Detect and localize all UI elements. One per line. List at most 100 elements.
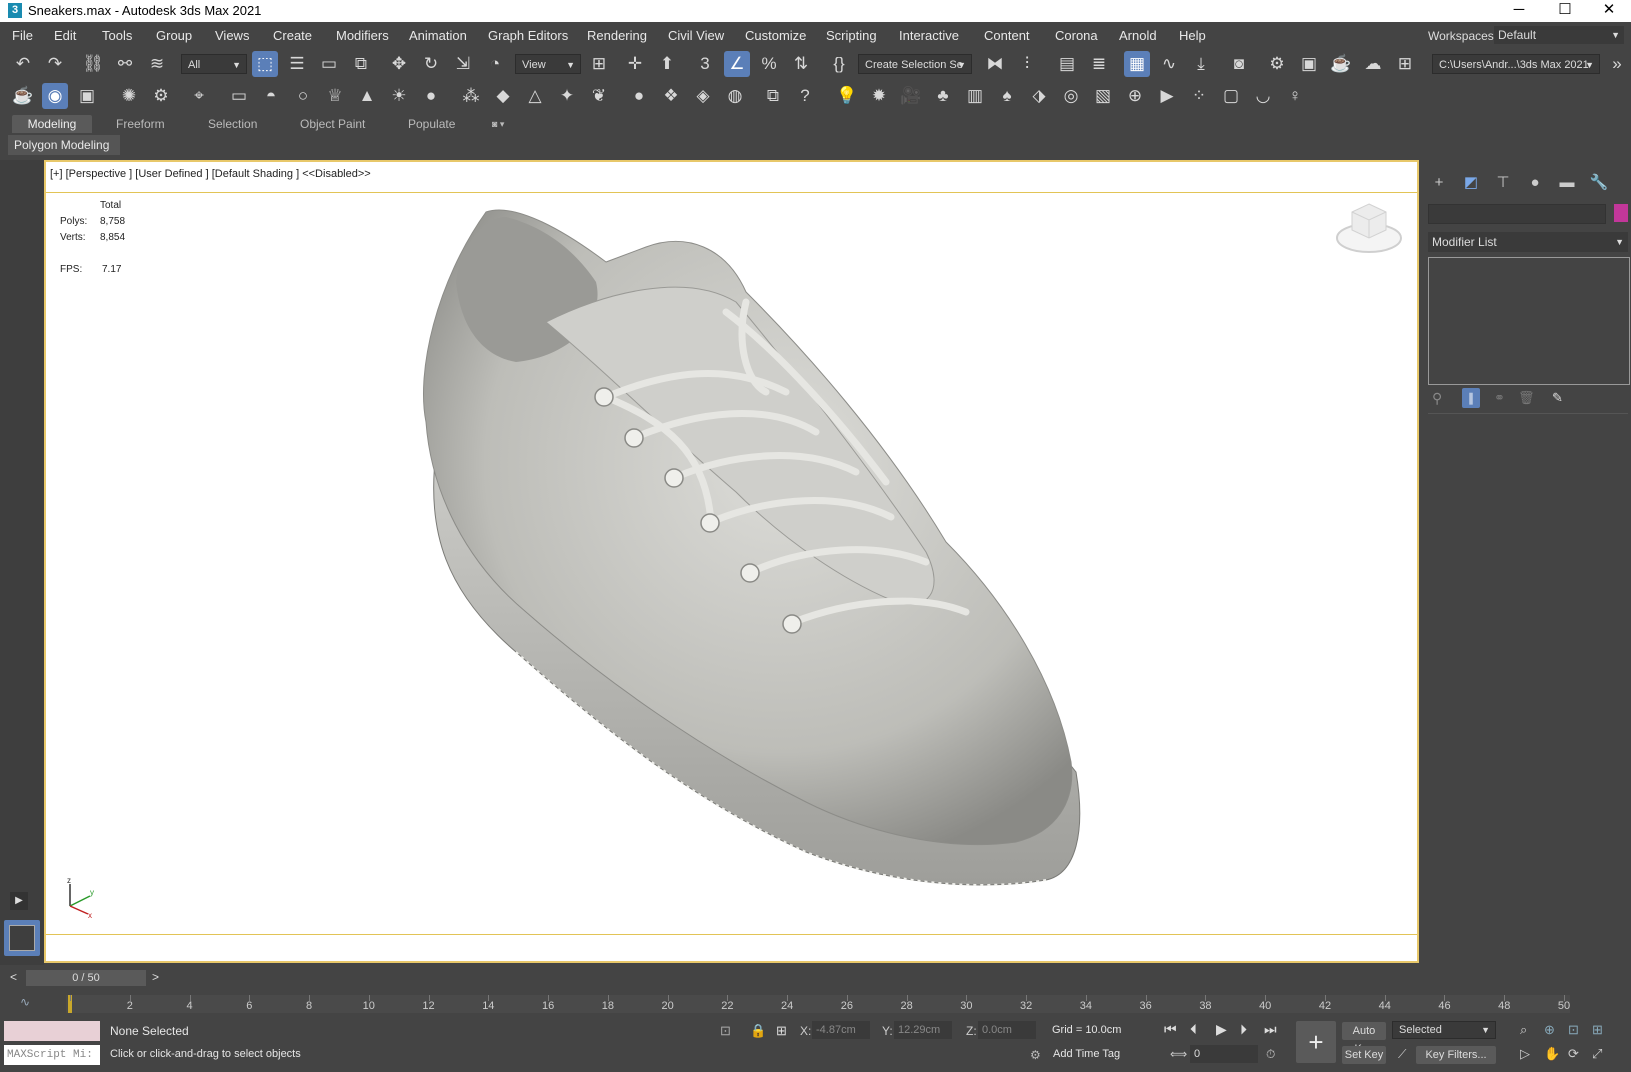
display-tab-icon[interactable]: ▬ <box>1556 172 1578 194</box>
toggle-ribbon-icon[interactable]: ▦ <box>1124 51 1150 77</box>
arnold-book-icon[interactable]: ▥ <box>962 83 988 109</box>
y-coord-field[interactable]: 12.29cm <box>894 1021 952 1039</box>
fur-icon[interactable]: ❦ <box>586 83 612 109</box>
move-icon[interactable]: ✥ <box>386 51 412 77</box>
select-by-name-icon[interactable]: ☰ <box>284 51 310 77</box>
set-key-big-icon[interactable]: + <box>1296 1021 1336 1063</box>
key-mode-toggle-icon[interactable]: ⟺ <box>1170 1047 1187 1061</box>
time-configuration-icon[interactable]: ⏱ <box>1266 1047 1275 1062</box>
volume-grid-icon[interactable]: ✦ <box>554 83 580 109</box>
menu-scripting[interactable]: Scripting <box>826 28 877 43</box>
material-sphere-icon[interactable]: ● <box>626 83 652 109</box>
corona-plane-icon[interactable]: ▭ <box>226 83 252 109</box>
mirror-icon[interactable]: ⧓ <box>982 51 1008 77</box>
corona-hemisphere-icon[interactable]: ◓ <box>258 83 284 109</box>
scene-explorer-icon[interactable]: ▤ <box>1054 51 1080 77</box>
menu-tools[interactable]: Tools <box>102 28 132 43</box>
zoom-all-icon[interactable]: ⊕ <box>1544 1022 1555 1038</box>
menu-content[interactable]: Content <box>984 28 1030 43</box>
toolbar-overflow-icon[interactable]: » <box>1604 51 1630 77</box>
hierarchy-tab-icon[interactable]: ⊤ <box>1492 172 1514 194</box>
arnold-bulb-icon[interactable]: ♀ <box>1282 83 1308 109</box>
select-object-icon[interactable]: ⬚ <box>252 51 278 77</box>
menu-animation[interactable]: Animation <box>409 28 467 43</box>
tab-freeform[interactable]: Freeform <box>108 115 173 133</box>
show-end-result-icon[interactable]: ∥ <box>1462 388 1480 408</box>
corona-camera-icon[interactable]: ⌖ <box>186 83 212 109</box>
sneaker-model[interactable] <box>46 162 1417 961</box>
set-key-button[interactable]: Set Key <box>1342 1046 1386 1064</box>
percent-snap-icon[interactable]: % <box>756 51 782 77</box>
orbit-icon[interactable]: ⟳ <box>1568 1046 1579 1062</box>
zoom-extents-icon[interactable]: ⊡ <box>1568 1022 1579 1038</box>
render-in-cloud-icon[interactable]: ☁ <box>1360 51 1386 77</box>
mini-curve-editor-icon[interactable]: ∿ <box>20 995 30 1009</box>
render-setup-icon[interactable]: ⚙ <box>1264 51 1290 77</box>
decal-icon[interactable]: ◆ <box>490 83 516 109</box>
render-elements-icon[interactable]: ◍ <box>722 83 748 109</box>
object-color-swatch[interactable] <box>1614 204 1628 222</box>
material-editor-icon[interactable]: ◙ <box>1226 51 1252 77</box>
scale-icon[interactable]: ⇲ <box>450 51 476 77</box>
maxscript-listener-output[interactable] <box>4 1021 100 1041</box>
render-frame-icon[interactable]: ▣ <box>74 83 100 109</box>
arnold-ring-icon[interactable]: ◎ <box>1058 83 1084 109</box>
perspective-viewport[interactable]: [+] [Perspective ] [User Defined ] [Defa… <box>44 160 1419 963</box>
isolate-selection-icon[interactable]: ⊡ <box>720 1023 731 1039</box>
arnold-group-icon[interactable]: ⁘ <box>1186 83 1212 109</box>
object-name-field[interactable] <box>1428 204 1606 224</box>
utilities-tab-icon[interactable]: 🔧 <box>1588 172 1610 194</box>
menu-civil-view[interactable]: Civil View <box>668 28 724 43</box>
menu-help[interactable]: Help <box>1179 28 1206 43</box>
current-frame-field[interactable]: 0 <box>1190 1045 1258 1063</box>
add-time-tag[interactable]: Add Time Tag <box>1053 1048 1120 1060</box>
project-folder-dropdown[interactable]: C:\Users\Andr...\3ds Max 2021 ▼ <box>1432 54 1600 74</box>
make-unique-icon[interactable]: ⚭ <box>1494 390 1505 406</box>
angle-snap-icon[interactable]: ∠ <box>724 51 750 77</box>
tab-selection[interactable]: Selection <box>200 115 265 133</box>
menu-edit[interactable]: Edit <box>54 28 76 43</box>
field-of-view-icon[interactable]: ▷ <box>1520 1046 1530 1062</box>
time-slider-next[interactable]: > <box>152 970 159 984</box>
arnold-sun-icon[interactable]: ✹ <box>866 83 892 109</box>
modifier-list-dropdown[interactable]: Modifier List ▼ <box>1428 232 1628 252</box>
window-crossing-icon[interactable]: ⧉ <box>348 51 374 77</box>
create-tab-icon[interactable]: + <box>1428 172 1450 194</box>
track-bar[interactable]: 2 4 6 8 10 12 14 16 18 20 22 24 26 28 30 32 34 36 38 40 42 44… <box>66 995 1570 1013</box>
pin-stack-icon[interactable]: ⚲ <box>1432 390 1442 407</box>
corona-proxy-icon[interactable]: ♕ <box>322 83 348 109</box>
selection-filter-dropdown[interactable]: All ▼ <box>181 54 247 74</box>
align-icon[interactable]: ⫶ <box>1014 51 1040 77</box>
time-slider[interactable]: 0 / 50 <box>26 970 146 986</box>
undo-icon[interactable]: ↶ <box>10 51 36 77</box>
corona-sphere-icon[interactable]: ○ <box>290 83 316 109</box>
named-selection-sets-dropdown[interactable]: Create Selection Se ▼ <box>858 54 972 74</box>
curve-editor-icon[interactable]: ∿ <box>1156 51 1182 77</box>
render-production-icon[interactable]: ☕ <box>1328 51 1354 77</box>
pivot-center-icon[interactable]: ⊞ <box>586 51 612 77</box>
motion-tab-icon[interactable]: ● <box>1524 172 1546 194</box>
modifier-stack[interactable] <box>1428 257 1630 385</box>
schematic-view-icon[interactable]: ⤓ <box>1188 51 1214 77</box>
menu-modifiers[interactable]: Modifiers <box>336 28 389 43</box>
placement-icon[interactable]: ◔ <box>482 51 508 77</box>
arnold-bowl-icon[interactable]: ◡ <box>1250 83 1276 109</box>
sky-dome-icon[interactable]: ● <box>418 83 444 109</box>
material-library-icon[interactable]: ❖ <box>658 83 684 109</box>
time-slider-prev[interactable]: < <box>10 970 17 984</box>
copy-paste-icon[interactable]: ⧉ <box>760 83 786 109</box>
key-set-dropdown[interactable]: Selected ▼ <box>1392 1021 1496 1039</box>
maximize-button[interactable]: ☐ <box>1542 0 1588 22</box>
key-tangent-icon[interactable]: ⟋ <box>1398 1047 1406 1062</box>
menu-corona[interactable]: Corona <box>1055 28 1098 43</box>
ribbon-options-icon[interactable]: ◙ ▾ <box>484 115 512 133</box>
time-tag-icon[interactable]: ⚙ <box>1030 1048 1041 1062</box>
teapot-icon[interactable]: ☕ <box>10 83 36 109</box>
keyboard-shortcut-override-icon[interactable]: ⬆ <box>654 51 680 77</box>
go-to-end-icon[interactable]: ⏭ <box>1264 1021 1277 1038</box>
remove-modifier-icon[interactable]: 🗑 <box>1518 390 1535 406</box>
rect-selection-region-icon[interactable]: ▭ <box>316 51 342 77</box>
auto-key-button[interactable]: Auto Key <box>1342 1022 1386 1055</box>
zoom-icon[interactable]: ⌕ <box>1520 1022 1527 1038</box>
workspaces-dropdown[interactable]: Default ▼ <box>1494 26 1624 44</box>
